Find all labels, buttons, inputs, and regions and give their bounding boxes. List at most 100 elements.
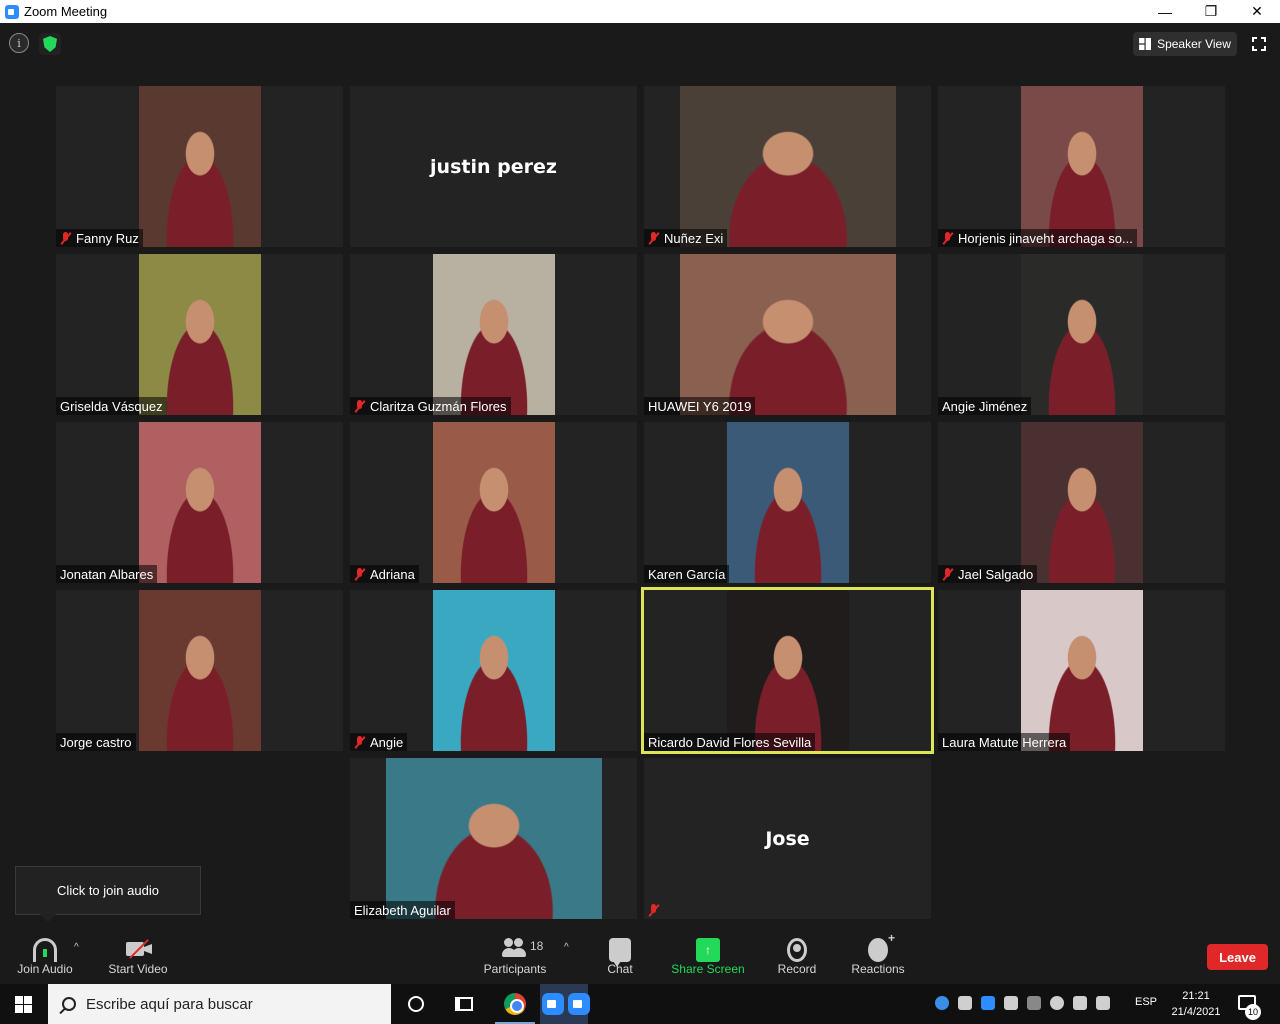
share-screen-button[interactable]: ↑ Share Screen	[670, 934, 746, 980]
participant-name: Karen García	[648, 566, 726, 582]
chat-button[interactable]: Chat	[600, 934, 640, 980]
participant-tile[interactable]: Jael Salgado	[938, 422, 1225, 583]
participant-name-tag: Laura Matute Herrera	[938, 733, 1071, 751]
muted-mic-icon	[648, 903, 659, 917]
tray-meet-icon[interactable]	[958, 996, 972, 1010]
zoom-icon	[542, 993, 564, 1015]
meeting-toolbar: Join Audio ^ Start Video 18 Participants…	[0, 930, 1280, 984]
participant-tile[interactable]: Nuñez Exi	[644, 86, 931, 247]
participant-name: HUAWEI Y6 2019	[648, 398, 752, 414]
participant-name: Nuñez Exi	[664, 230, 724, 246]
chrome-taskbar-button[interactable]	[491, 984, 539, 1024]
start-video-label: Start Video	[108, 962, 168, 976]
clock-time: 21:21	[1182, 990, 1210, 1002]
system-clock[interactable]: 21:21 21/4/2021	[1165, 988, 1227, 1020]
participant-video	[1020, 422, 1143, 583]
tray-zoom-icon[interactable]	[981, 996, 995, 1010]
join-audio-label: Join Audio	[17, 962, 73, 976]
task-view-icon	[455, 997, 473, 1011]
participants-count: 18	[530, 939, 544, 953]
speaker-view-button[interactable]: Speaker View	[1133, 32, 1237, 56]
leave-button[interactable]: Leave	[1207, 944, 1268, 970]
restore-button[interactable]: ❐	[1188, 0, 1234, 23]
participant-video	[432, 254, 555, 415]
headphone-icon	[33, 938, 57, 962]
title-bar: Zoom Meeting — ❐ ✕	[0, 0, 1280, 23]
participant-name: Jonatan Albares	[60, 566, 154, 582]
audio-options-caret[interactable]: ^	[74, 942, 79, 953]
participant-name: Angie	[370, 734, 404, 750]
participant-tile[interactable]: Ricardo David Flores Sevilla	[641, 587, 934, 754]
participant-name-tag: Horjenis jinaveht archaga so...	[938, 229, 1137, 247]
close-button[interactable]: ✕	[1234, 0, 1280, 23]
participant-tile[interactable]: Horjenis jinaveht archaga so...	[938, 86, 1225, 247]
participant-name-tag	[644, 901, 668, 919]
participant-tile[interactable]: Fanny Ruz	[56, 86, 343, 247]
language-indicator[interactable]: ESP	[1135, 996, 1157, 1008]
participant-video	[432, 422, 555, 583]
taskbar-search-box[interactable]: Escribe aquí para buscar	[48, 984, 391, 1024]
zoom-taskbar-button[interactable]	[540, 984, 590, 1024]
cortana-button[interactable]	[392, 984, 440, 1024]
reactions-button[interactable]: Reactions	[848, 931, 908, 980]
windows-start-icon[interactable]	[15, 996, 32, 1013]
participant-name-tag: Elizabeth Aguilar	[350, 901, 455, 919]
muted-mic-icon	[354, 567, 365, 581]
muted-mic-icon	[942, 231, 953, 245]
participant-video	[1020, 254, 1143, 415]
participants-button[interactable]: 18 Participants	[480, 934, 550, 980]
participant-name-tag: Claritza Guzmán Flores	[350, 397, 511, 415]
muted-mic-icon	[648, 231, 659, 245]
muted-mic-icon	[942, 567, 953, 581]
system-tray	[935, 996, 1110, 1010]
participant-tile[interactable]: justin perez	[350, 86, 637, 247]
participant-video	[138, 590, 261, 751]
participant-video	[1020, 590, 1143, 751]
speaker-view-label: Speaker View	[1157, 37, 1231, 51]
task-view-button[interactable]	[440, 984, 488, 1024]
participant-name-tag: Griselda Vásquez	[56, 397, 167, 415]
participant-name-tag: Karen García	[644, 565, 730, 583]
window-title: Zoom Meeting	[24, 4, 108, 19]
tray-security-icon[interactable]	[1004, 996, 1018, 1010]
info-icon[interactable]: i	[9, 33, 29, 53]
start-video-button[interactable]: Start Video	[104, 934, 172, 980]
network-icon[interactable]	[1073, 996, 1087, 1010]
participant-video	[385, 758, 602, 919]
windows-taskbar: Escribe aquí para buscar ESP 21:21 21/4/…	[0, 984, 1280, 1024]
tray-cloud-icon[interactable]	[1027, 996, 1041, 1010]
fullscreen-icon[interactable]	[1251, 36, 1267, 52]
participant-tile[interactable]: Angie Jiménez	[938, 254, 1225, 415]
participant-tile[interactable]: Laura Matute Herrera	[938, 590, 1225, 751]
participant-tile[interactable]: Griselda Vásquez	[56, 254, 343, 415]
minimize-button[interactable]: —	[1142, 0, 1188, 23]
participant-name-tag: Nuñez Exi	[644, 229, 728, 247]
participant-name-tag: Adriana	[350, 565, 419, 583]
participant-tile[interactable]: Karen García	[644, 422, 931, 583]
volume-icon[interactable]	[1096, 996, 1110, 1010]
participant-tile[interactable]: Jose	[644, 758, 931, 919]
participant-name: Elizabeth Aguilar	[354, 902, 451, 918]
participant-display-name: justin perez	[430, 156, 557, 178]
participant-tile[interactable]: HUAWEI Y6 2019	[644, 254, 931, 415]
participant-tile[interactable]: Angie	[350, 590, 637, 751]
tray-app-icon[interactable]	[935, 996, 949, 1010]
record-button[interactable]: Record	[774, 934, 820, 980]
join-audio-button[interactable]: Join Audio	[13, 934, 77, 980]
participant-name: Ricardo David Flores Sevilla	[648, 734, 812, 750]
participant-name: Claritza Guzmán Flores	[370, 398, 507, 414]
search-placeholder: Escribe aquí para buscar	[86, 995, 253, 1013]
participant-name: Jael Salgado	[958, 566, 1034, 582]
shield-icon[interactable]	[39, 33, 61, 55]
participants-options-caret[interactable]: ^	[564, 942, 569, 953]
participant-tile[interactable]: Claritza Guzmán Flores	[350, 254, 637, 415]
participant-tile[interactable]: Adriana	[350, 422, 637, 583]
participant-tile[interactable]: Jorge castro	[56, 590, 343, 751]
share-screen-label: Share Screen	[671, 962, 745, 976]
participant-name-tag: Jorge castro	[56, 733, 136, 751]
participant-tile[interactable]: Jonatan Albares	[56, 422, 343, 583]
muted-mic-icon	[60, 231, 71, 245]
tray-dvd-icon[interactable]	[1050, 996, 1064, 1010]
participant-tile[interactable]: Elizabeth Aguilar	[350, 758, 637, 919]
participant-name: Horjenis jinaveht archaga so...	[958, 230, 1133, 246]
